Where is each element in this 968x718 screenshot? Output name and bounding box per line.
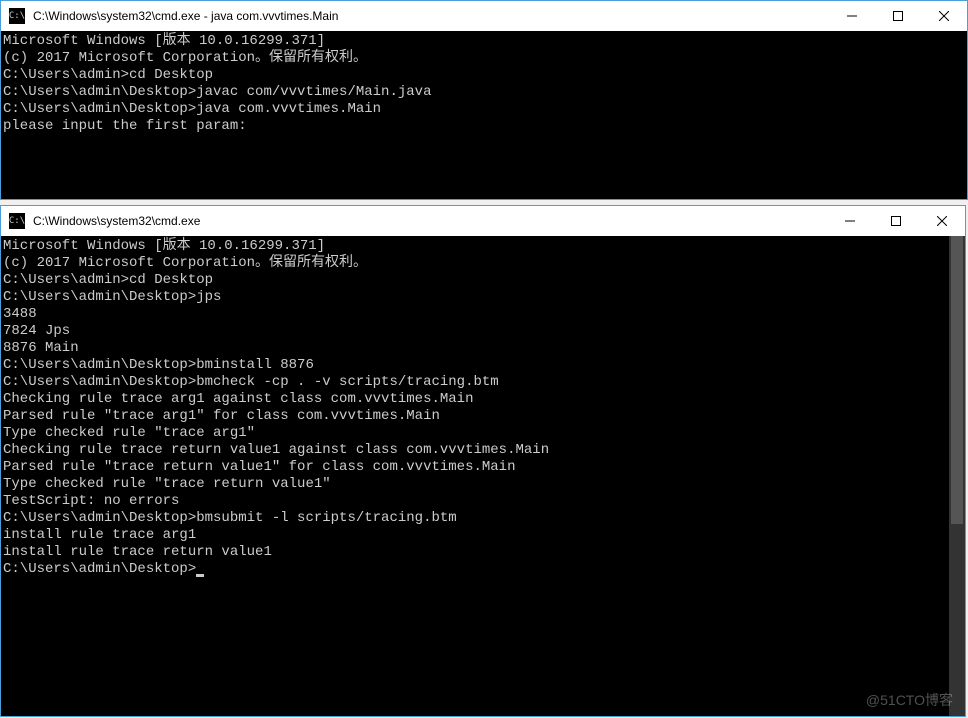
terminal-line: Type checked rule "trace arg1" xyxy=(3,425,949,442)
close-button[interactable] xyxy=(919,206,965,236)
titlebar[interactable]: C:\ C:\Windows\system32\cmd.exe xyxy=(1,206,965,236)
terminal-line: Checking rule trace arg1 against class c… xyxy=(3,391,949,408)
terminal-line: Type checked rule "trace return value1" xyxy=(3,476,949,493)
terminal-line: please input the first param: xyxy=(3,118,967,135)
terminal-line: C:\Users\admin\Desktop>java com.vvvtimes… xyxy=(3,101,967,118)
terminal-line: C:\Users\admin>cd Desktop xyxy=(3,272,949,289)
terminal-line: C:\Users\admin\Desktop>jps xyxy=(3,289,949,306)
terminal-line: 3488 xyxy=(3,306,949,323)
terminal-line: C:\Users\admin\Desktop> xyxy=(3,561,949,578)
window-title: C:\Windows\system32\cmd.exe - java com.v… xyxy=(33,9,829,23)
terminal-line: C:\Users\admin\Desktop>bmsubmit -l scrip… xyxy=(3,510,949,527)
terminal-line: install rule trace arg1 xyxy=(3,527,949,544)
cursor xyxy=(196,574,204,577)
terminal-line: 7824 Jps xyxy=(3,323,949,340)
window-controls xyxy=(829,1,967,31)
window-title: C:\Windows\system32\cmd.exe xyxy=(33,214,827,228)
terminal-line: Checking rule trace return value1 agains… xyxy=(3,442,949,459)
terminal-line: (c) 2017 Microsoft Corporation。保留所有权利。 xyxy=(3,50,967,67)
terminal-line: 8876 Main xyxy=(3,340,949,357)
cmd-icon: C:\ xyxy=(9,213,25,229)
cmd-window-java: C:\ C:\Windows\system32\cmd.exe - java c… xyxy=(0,0,968,200)
cmd-window-main: C:\ C:\Windows\system32\cmd.exe Microsof… xyxy=(0,205,966,717)
maximize-button[interactable] xyxy=(873,206,919,236)
minimize-button[interactable] xyxy=(827,206,873,236)
terminal-line: Microsoft Windows [版本 10.0.16299.371] xyxy=(3,238,949,255)
scroll-thumb[interactable] xyxy=(951,236,963,524)
terminal-line: C:\Users\admin\Desktop>bmcheck -cp . -v … xyxy=(3,374,949,391)
terminal-line: Microsoft Windows [版本 10.0.16299.371] xyxy=(3,33,967,50)
terminal-line: (c) 2017 Microsoft Corporation。保留所有权利。 xyxy=(3,255,949,272)
maximize-button[interactable] xyxy=(875,1,921,31)
terminal-line: C:\Users\admin\Desktop>javac com/vvvtime… xyxy=(3,84,967,101)
terminal-line: TestScript: no errors xyxy=(3,493,949,510)
close-button[interactable] xyxy=(921,1,967,31)
vertical-scrollbar[interactable] xyxy=(949,236,965,716)
terminal-line: C:\Users\admin>cd Desktop xyxy=(3,67,967,84)
terminal-line: C:\Users\admin\Desktop>bminstall 8876 xyxy=(3,357,949,374)
window-controls xyxy=(827,206,965,236)
terminal-output[interactable]: Microsoft Windows [版本 10.0.16299.371](c)… xyxy=(1,236,949,716)
cmd-icon: C:\ xyxy=(9,8,25,24)
terminal-line: Parsed rule "trace return value1" for cl… xyxy=(3,459,949,476)
terminal-line: install rule trace return value1 xyxy=(3,544,949,561)
titlebar[interactable]: C:\ C:\Windows\system32\cmd.exe - java c… xyxy=(1,1,967,31)
minimize-button[interactable] xyxy=(829,1,875,31)
terminal-output[interactable]: Microsoft Windows [版本 10.0.16299.371](c)… xyxy=(1,31,967,199)
terminal-line: Parsed rule "trace arg1" for class com.v… xyxy=(3,408,949,425)
